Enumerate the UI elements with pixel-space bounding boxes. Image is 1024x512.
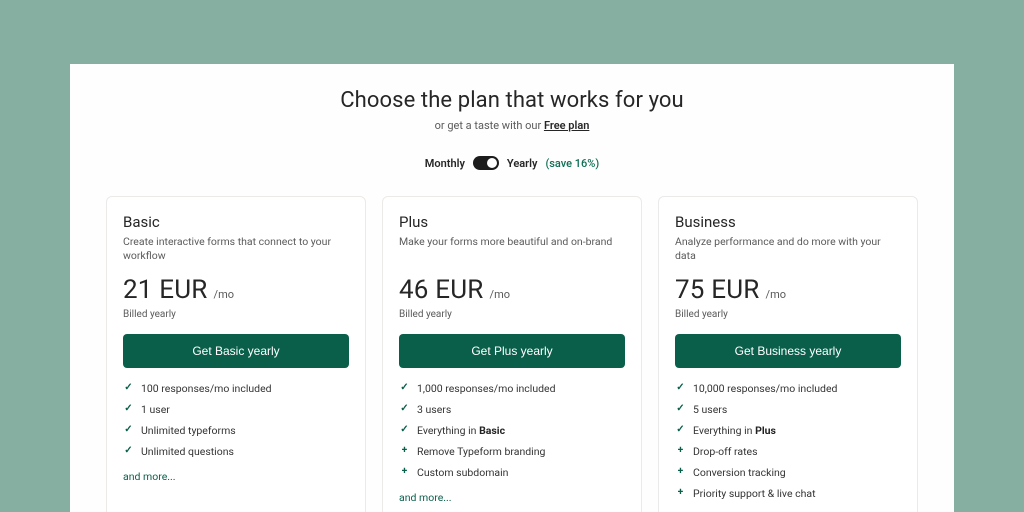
feature-item: ✓ Everything in Plus xyxy=(675,424,901,437)
plan-tagline: Make your forms more beautiful and on-br… xyxy=(399,235,625,263)
check-icon: ✓ xyxy=(123,382,134,393)
plans-grid: Basic Create interactive forms that conn… xyxy=(106,196,918,512)
price-row: 21 EUR /mo xyxy=(123,275,349,305)
plan-card-basic: Basic Create interactive forms that conn… xyxy=(106,196,366,512)
feature-text: Drop-off rates xyxy=(693,445,758,458)
feature-item: ✓ 5 users xyxy=(675,403,901,416)
plan-name: Plus xyxy=(399,213,625,231)
price-period: /mo xyxy=(490,288,510,301)
plan-price: 75 EUR xyxy=(675,275,760,305)
billing-toggle-switch[interactable] xyxy=(473,156,499,170)
get-business-button[interactable]: Get Business yearly xyxy=(675,334,901,368)
plan-card-business: Business Analyze performance and do more… xyxy=(658,196,918,512)
feature-text: Conversion tracking xyxy=(693,466,786,479)
plus-icon: + xyxy=(399,445,410,456)
feature-item: ✓ 1,000 responses/mo included xyxy=(399,382,625,395)
check-icon: ✓ xyxy=(123,403,134,414)
price-row: 46 EUR /mo xyxy=(399,275,625,305)
subtitle-prefix: or get a taste with our xyxy=(435,119,544,132)
check-icon: ✓ xyxy=(123,424,134,435)
and-more-link[interactable]: and more... xyxy=(123,470,349,483)
feature-item: ✓ Unlimited typeforms xyxy=(123,424,349,437)
feature-text: Priority support & live chat xyxy=(693,487,816,500)
feature-item: + Conversion tracking xyxy=(675,466,901,479)
feature-list: ✓ 1,000 responses/mo included ✓ 3 users ✓ E… xyxy=(399,382,625,479)
plus-icon: + xyxy=(399,466,410,477)
plus-icon: + xyxy=(675,466,686,477)
toggle-label-monthly[interactable]: Monthly xyxy=(425,157,465,170)
plan-name: Basic xyxy=(123,213,349,231)
price-period: /mo xyxy=(766,288,786,301)
subtitle: or get a taste with our Free plan xyxy=(106,119,918,132)
check-icon: ✓ xyxy=(399,424,410,435)
feature-item: ✓ Unlimited questions xyxy=(123,445,349,458)
feature-text: Everything in Basic xyxy=(417,424,505,437)
feature-text: Remove Typeform branding xyxy=(417,445,545,458)
check-icon: ✓ xyxy=(675,382,686,393)
billing-note: Billed yearly xyxy=(675,309,901,320)
get-plus-button[interactable]: Get Plus yearly xyxy=(399,334,625,368)
and-more-link[interactable]: and more... xyxy=(399,491,625,504)
feature-text: 100 responses/mo included xyxy=(141,382,272,395)
check-icon: ✓ xyxy=(399,403,410,414)
page-title: Choose the plan that works for you xyxy=(106,88,918,113)
check-icon: ✓ xyxy=(675,424,686,435)
plan-price: 46 EUR xyxy=(399,275,484,305)
header: Choose the plan that works for you or ge… xyxy=(106,88,918,170)
feature-text: 1 user xyxy=(141,403,170,416)
feature-item: ✓ 10,000 responses/mo included xyxy=(675,382,901,395)
feature-item: + Drop-off rates xyxy=(675,445,901,458)
save-badge: (save 16%) xyxy=(545,157,599,170)
feature-item: ✓ 1 user xyxy=(123,403,349,416)
feature-item: ✓ Everything in Basic xyxy=(399,424,625,437)
feature-text: Custom subdomain xyxy=(417,466,508,479)
feature-text: 1,000 responses/mo included xyxy=(417,382,556,395)
check-icon: ✓ xyxy=(399,382,410,393)
feature-list: ✓ 100 responses/mo included ✓ 1 user ✓ Unli… xyxy=(123,382,349,458)
get-basic-button[interactable]: Get Basic yearly xyxy=(123,334,349,368)
feature-item: + Custom subdomain xyxy=(399,466,625,479)
feature-text: 10,000 responses/mo included xyxy=(693,382,837,395)
feature-list: ✓ 10,000 responses/mo included ✓ 5 users ✓… xyxy=(675,382,901,500)
plan-tagline: Create interactive forms that connect to… xyxy=(123,235,349,263)
feature-item: ✓ 3 users xyxy=(399,403,625,416)
plus-icon: + xyxy=(675,445,686,456)
pricing-panel: Choose the plan that works for you or ge… xyxy=(70,64,954,512)
price-row: 75 EUR /mo xyxy=(675,275,901,305)
feature-text: Unlimited typeforms xyxy=(141,424,236,437)
feature-text: 5 users xyxy=(693,403,727,416)
feature-item: ✓ 100 responses/mo included xyxy=(123,382,349,395)
plan-price: 21 EUR xyxy=(123,275,208,305)
feature-text: Unlimited questions xyxy=(141,445,234,458)
price-period: /mo xyxy=(214,288,234,301)
plan-name: Business xyxy=(675,213,901,231)
toggle-label-yearly[interactable]: Yearly xyxy=(507,157,538,170)
plus-icon: + xyxy=(675,487,686,498)
free-plan-link[interactable]: Free plan xyxy=(544,119,589,132)
check-icon: ✓ xyxy=(675,403,686,414)
check-icon: ✓ xyxy=(123,445,134,456)
billing-toggle: Monthly Yearly (save 16%) xyxy=(106,156,918,170)
billing-note: Billed yearly xyxy=(123,309,349,320)
plan-tagline: Analyze performance and do more with you… xyxy=(675,235,901,263)
feature-item: + Priority support & live chat xyxy=(675,487,901,500)
feature-item: + Remove Typeform branding xyxy=(399,445,625,458)
billing-note: Billed yearly xyxy=(399,309,625,320)
feature-text: Everything in Plus xyxy=(693,424,776,437)
plan-card-plus: Plus Make your forms more beautiful and … xyxy=(382,196,642,512)
feature-text: 3 users xyxy=(417,403,451,416)
